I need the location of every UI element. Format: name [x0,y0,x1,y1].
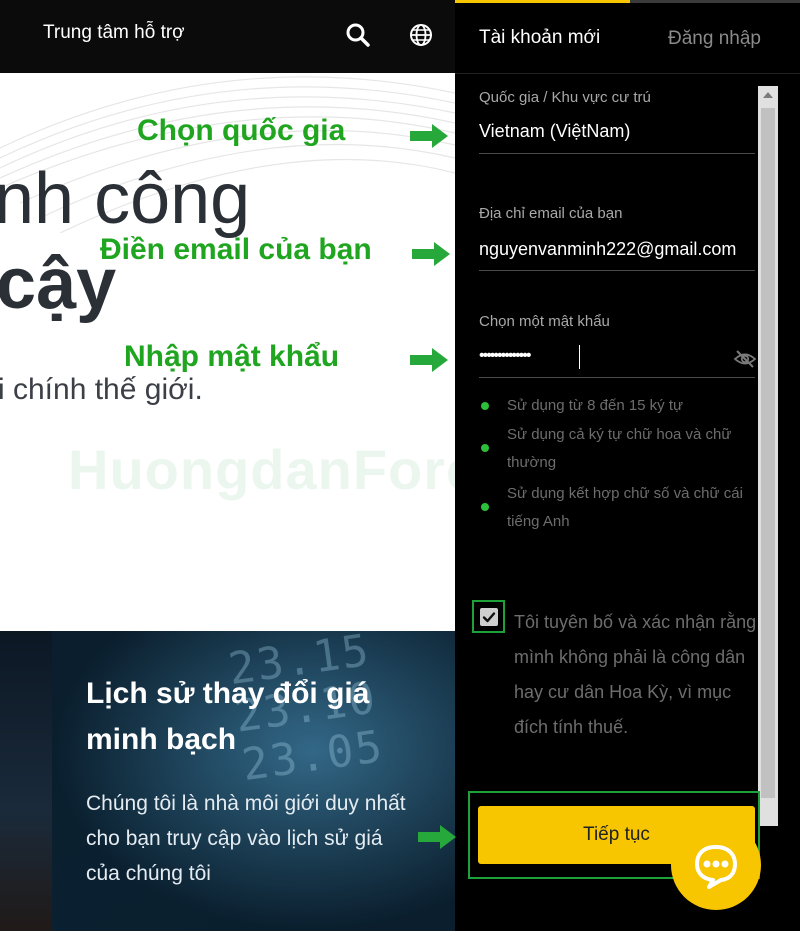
country-label: Quốc gia / Khu vực cư trú [479,89,651,106]
annotation-arrow-icon [410,348,448,372]
annotation-enter-email: Điền email của bạn [100,233,372,266]
top-navigation: Trung tâm hỗ trợ [0,0,455,73]
feature-title: Lịch sử thay đổi giá minh bạch [86,677,370,756]
scroll-up-arrow-icon[interactable] [763,92,773,98]
password-field[interactable]: •••••••••••••• [479,347,531,365]
feature-image-strip [0,631,52,931]
hero-subtitle: i chính thế giới. [0,373,203,406]
annotation-arrow-icon [412,242,450,266]
support-center-link[interactable]: Trung tâm hỗ trợ [43,22,185,44]
tab-login[interactable]: Đăng nhập [668,28,761,50]
feature-description: Chúng tôi là nhà môi giới duy nhất cho b… [86,792,406,885]
checkbox-highlight-frame [472,600,505,633]
us-declaration-checkbox[interactable] [480,608,498,626]
rule-text: Sử dụng từ 8 đến 15 ký tự [507,397,684,414]
eye-off-icon[interactable] [733,347,757,371]
country-underline [479,153,755,154]
chat-bubble-icon [695,845,737,889]
active-tab-indicator [455,0,630,3]
checkmark-icon [482,612,496,623]
rule-text: Sử dụng cả ký tự chữ hoa và chữ thường [507,426,732,471]
hero-heading-line2: cậy [0,244,117,324]
annotation-choose-country: Chọn quốc gia [137,114,346,147]
email-underline [479,270,755,271]
rule-text: Sử dụng kết hợp chữ số và chữ cái tiếng … [507,485,743,530]
annotation-enter-password: Nhập mật khẩu [124,340,340,373]
header-divider [455,73,800,74]
rule-check-dot [481,444,489,452]
email-field[interactable]: nguyenvanminh222@gmail.com [479,239,736,260]
email-label: Địa chỉ email của bạn [479,205,623,222]
annotation-arrow-icon [418,825,456,849]
globe-icon[interactable] [409,23,433,47]
scrollbar-thumb[interactable] [761,108,775,798]
signup-panel: Tài khoản mới Đăng nhập Quốc gia / Khu v… [455,0,800,931]
rule-check-dot [481,503,489,511]
panel-scrollbar[interactable] [758,86,778,826]
text-caret [579,345,580,369]
live-chat-button[interactable] [671,820,761,910]
inactive-tab-indicator [630,0,800,3]
tab-new-account[interactable]: Tài khoản mới [479,27,600,49]
password-label: Chọn một mật khẩu [479,313,610,330]
search-icon[interactable] [345,22,371,48]
rule-check-dot [481,402,489,410]
feature-banner: 23.15 23.10 23.05 Lịch sử thay đổi giá m… [0,631,455,931]
us-declaration-text: Tôi tuyên bố và xác nhận rằng mình không… [514,612,757,737]
annotation-arrow-icon [410,124,448,148]
hero-heading-line1: nh công [0,159,251,239]
country-select[interactable]: Vietnam (ViệtNam) [479,121,630,142]
password-underline [479,377,755,378]
email-field-clip: nguyenvanminh222@gmail.com [479,237,755,265]
